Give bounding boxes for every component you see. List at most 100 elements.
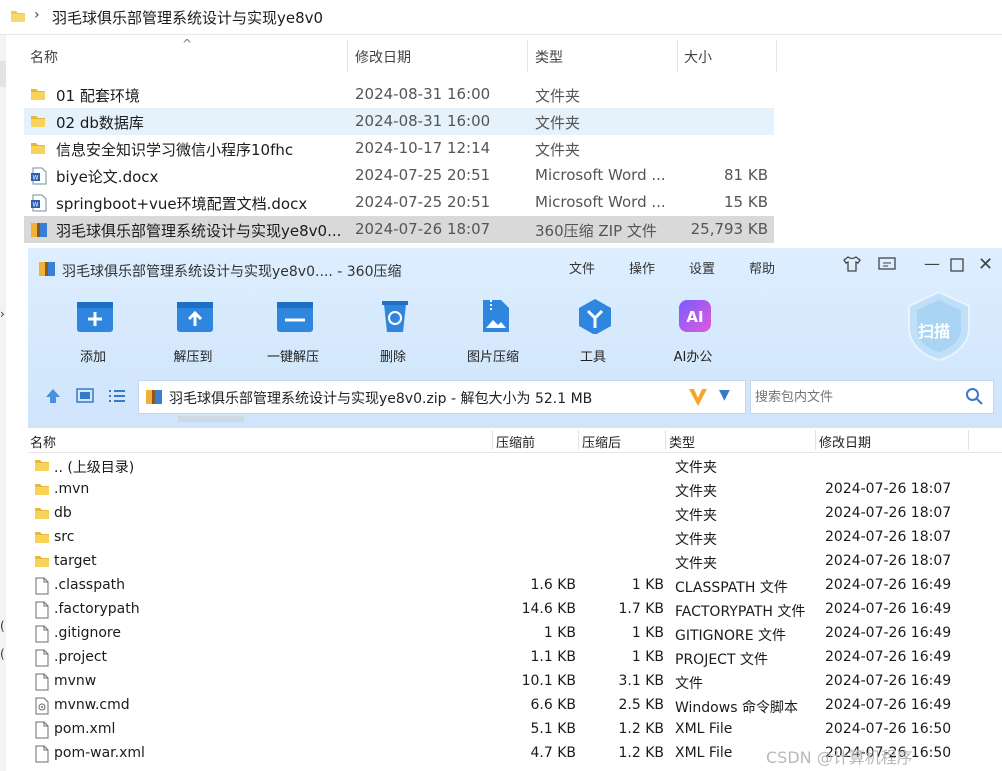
menu-settings[interactable]: 设置: [689, 258, 715, 277]
column-header-name[interactable]: 名称: [30, 432, 56, 451]
file-type: 文件夹: [675, 484, 717, 500]
file-date: 2024-07-25 20:51: [355, 193, 491, 211]
file-icon: [34, 745, 50, 767]
folder-icon: [10, 8, 26, 28]
zip-file-row[interactable]: .classpath 1.6 KB 1 KB CLASSPATH 文件 2024-07-…: [28, 574, 1002, 598]
file-icon: [34, 721, 50, 743]
column-header-date[interactable]: 修改日期: [819, 432, 871, 451]
maximize-button[interactable]: [950, 257, 964, 276]
thumbnail-view-icon[interactable]: [76, 388, 94, 408]
file-type: Windows 命令脚本: [675, 700, 798, 716]
file-name: .mvn: [54, 481, 90, 497]
column-header-after[interactable]: 压缩后: [582, 432, 621, 451]
zip-file-row[interactable]: .. (上级目录) 文件夹: [28, 454, 1002, 478]
folder-icon: [34, 481, 50, 501]
feedback-icon[interactable]: [878, 256, 896, 276]
svg-text:W: W: [33, 175, 39, 182]
explorer-row[interactable]: 羽毛球俱乐部管理系统设计与实现ye8v0... 2024-07-26 18:07 3…: [24, 216, 774, 243]
file-type: 文件夹: [535, 87, 581, 105]
chevron-right-icon[interactable]: ›: [34, 7, 40, 23]
minimize-button[interactable]: —: [924, 254, 940, 273]
file-date: 2024-07-25 20:51: [355, 166, 491, 184]
zip-file-row[interactable]: mvnw 10.1 KB 3.1 KB 文件 2024-07-26 16:49: [28, 670, 1002, 694]
file-type: XML File: [675, 721, 733, 737]
file-name: pom-war.xml: [54, 745, 145, 761]
file-icon: [34, 673, 50, 695]
extract-to-button[interactable]: 解压到: [153, 298, 233, 368]
file-name: .classpath: [54, 577, 126, 593]
column-header-type[interactable]: 类型: [535, 47, 563, 67]
archive-path-text: 羽毛球俱乐部管理系统设计与实现ye8v0.zip - 解包大小为 52.1 MB: [169, 391, 593, 407]
list-view-icon[interactable]: [108, 388, 126, 408]
chevron-down-icon[interactable]: ▼: [719, 387, 730, 403]
search-box[interactable]: [750, 380, 994, 414]
scan-button[interactable]: 扫描: [904, 290, 974, 366]
extract-icon: [177, 302, 213, 332]
scroll-thumb[interactable]: [178, 416, 244, 422]
file-name: .gitignore: [54, 625, 121, 641]
expand-arrow-icon[interactable]: ›: [0, 307, 5, 321]
search-input[interactable]: [753, 386, 957, 408]
column-header-size[interactable]: 大小: [684, 47, 712, 67]
zip-file-row[interactable]: .mvn 文件夹 2024-07-26 18:07: [28, 478, 1002, 502]
size-before: 1.6 KB: [530, 577, 577, 593]
explorer-row[interactable]: Wspringboot+vue环境配置文档.docx 2024-07-25 20:…: [24, 189, 774, 216]
file-date: 2024-10-17 12:14: [355, 139, 491, 157]
column-header-before[interactable]: 压缩前: [496, 432, 535, 451]
svg-text:AI: AI: [686, 308, 703, 326]
menu-help[interactable]: 帮助: [749, 258, 775, 277]
ai-office-button[interactable]: AI AI办公: [653, 298, 733, 368]
breadcrumb[interactable]: 羽毛球俱乐部管理系统设计与实现ye8v0: [52, 7, 323, 28]
zip-archive-icon: [30, 221, 48, 243]
folder-icon: [30, 86, 46, 106]
search-icon[interactable]: [965, 387, 983, 409]
zip-file-row[interactable]: target 文件夹 2024-07-26 18:07: [28, 550, 1002, 574]
explorer-row[interactable]: 01 配套环境 2024-08-31 16:00 文件夹: [24, 81, 774, 108]
file-date: 2024-07-26 18:07: [825, 529, 952, 545]
column-header-date[interactable]: 修改日期: [355, 47, 411, 67]
explorer-row[interactable]: 02 db数据库 2024-08-31 16:00 文件夹: [24, 108, 774, 135]
delete-button[interactable]: 删除: [353, 298, 433, 368]
file-name: pom.xml: [54, 721, 116, 737]
zip-file-row[interactable]: .gitignore 1 KB 1 KB GITIGNORE 文件 2024-07-26…: [28, 622, 1002, 646]
size-after: 1 KB: [631, 649, 664, 665]
explorer-row[interactable]: 信息安全知识学习微信小程序10fhc 2024-10-17 12:14 文件夹: [24, 135, 774, 162]
zip-file-row[interactable]: pom.xml 5.1 KB 1.2 KB XML File 2024-07-26 16…: [28, 718, 1002, 742]
size-after: 1 KB: [631, 625, 664, 641]
navigation-pane-edge[interactable]: › ( (: [0, 35, 6, 771]
v-logo-icon[interactable]: [687, 386, 709, 412]
tools-button[interactable]: 工具: [553, 298, 633, 368]
zip-file-row[interactable]: .factorypath 14.6 KB 1.7 KB FACTORYPATH 文件 2…: [28, 598, 1002, 622]
tree-bracket-icon: (: [0, 647, 5, 661]
folder-icon: [30, 140, 46, 160]
zip-file-row[interactable]: db 文件夹 2024-07-26 18:07: [28, 502, 1002, 526]
menu-operate[interactable]: 操作: [629, 258, 655, 277]
explorer-address-bar[interactable]: › 羽毛球俱乐部管理系统设计与实现ye8v0: [0, 0, 1002, 35]
add-button[interactable]: 添加: [53, 298, 133, 368]
file-size: 25,793 KB: [690, 220, 768, 238]
column-header-type[interactable]: 类型: [669, 432, 695, 451]
skin-shirt-icon[interactable]: [843, 256, 861, 276]
file-name: mvnw.cmd: [54, 697, 130, 713]
one-click-extract-button[interactable]: 一键解压: [253, 298, 333, 368]
archive-path-box[interactable]: 羽毛球俱乐部管理系统设计与实现ye8v0.zip - 解包大小为 52.1 MB…: [138, 380, 746, 414]
scroll-thumb[interactable]: [0, 61, 6, 87]
column-header-name[interactable]: 名称: [30, 47, 58, 67]
file-date: 2024-07-26 16:49: [825, 625, 952, 641]
zip-file-row[interactable]: src 文件夹 2024-07-26 18:07: [28, 526, 1002, 550]
folder-icon: [30, 113, 46, 133]
image-compress-button[interactable]: 图片压缩: [453, 298, 533, 368]
explorer-row[interactable]: Wbiye论文.docx 2024-07-25 20:51 Microsoft Wo…: [24, 162, 774, 189]
file-name: .factorypath: [54, 601, 140, 617]
zip-file-row[interactable]: .project 1.1 KB 1 KB PROJECT 文件 2024-07-26 1…: [28, 646, 1002, 670]
explorer-column-header: ^ 名称 修改日期 类型 大小: [22, 37, 778, 72]
menu-file[interactable]: 文件: [569, 258, 595, 277]
size-after: 3.1 KB: [618, 673, 665, 689]
up-arrow-icon[interactable]: [44, 387, 62, 409]
size-before: 1.1 KB: [530, 649, 577, 665]
file-type: 文件夹: [535, 114, 581, 132]
size-before: 5.1 KB: [530, 721, 577, 737]
zip-file-row[interactable]: mvnw.cmd 6.6 KB 2.5 KB Windows 命令脚本 2024-07-…: [28, 694, 1002, 718]
size-after: 1 KB: [631, 577, 664, 593]
close-button[interactable]: ✕: [978, 254, 993, 275]
